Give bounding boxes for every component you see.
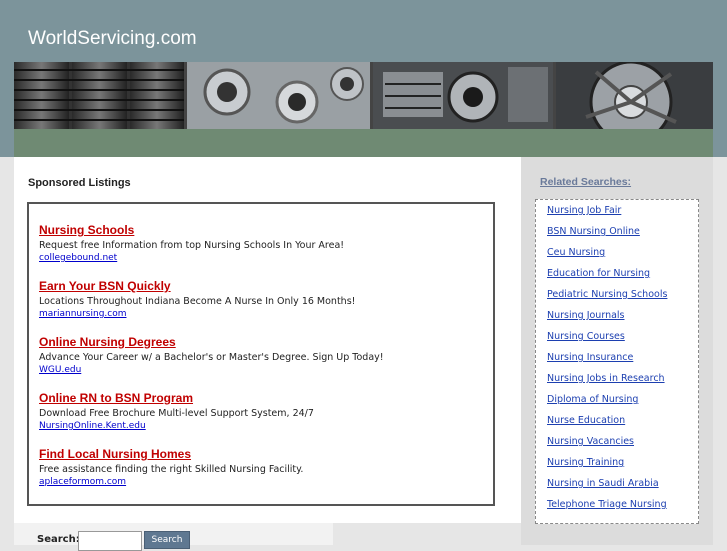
green-band: [14, 129, 713, 157]
related-link[interactable]: Nursing Vacancies: [547, 436, 634, 447]
wheel-photo: [556, 62, 713, 129]
related-searches-box: Nursing Job Fair BSN Nursing Online Ceu …: [535, 199, 699, 524]
listing-title-link[interactable]: Earn Your BSN Quickly: [39, 279, 355, 293]
listing-title-link[interactable]: Nursing Schools: [39, 223, 344, 237]
listing-title-link[interactable]: Online Nursing Degrees: [39, 335, 384, 349]
engine-photo: [373, 62, 553, 129]
related-link[interactable]: Ceu Nursing: [547, 247, 605, 258]
search-button[interactable]: Search: [144, 531, 190, 549]
site-title[interactable]: WorldServicing.com: [28, 28, 197, 50]
listing-item: Earn Your BSN Quickly Locations Througho…: [39, 279, 355, 320]
related-link[interactable]: Nursing Jobs in Research: [547, 373, 665, 384]
pipes-photo: [187, 62, 370, 129]
related-link[interactable]: Nursing Courses: [547, 331, 625, 342]
listing-item: Find Local Nursing Homes Free assistance…: [39, 447, 303, 488]
listing-description: Free assistance finding the right Skille…: [39, 464, 304, 475]
related-link[interactable]: Nursing Training: [547, 457, 624, 468]
listing-url-link[interactable]: aplaceformom.com: [39, 476, 303, 488]
search-label: Search:: [37, 534, 80, 545]
related-link[interactable]: Pediatric Nursing Schools: [547, 289, 667, 300]
related-link[interactable]: Nursing Journals: [547, 310, 625, 321]
listing-url-link[interactable]: WGU.edu: [39, 364, 384, 376]
search-input[interactable]: [78, 531, 142, 551]
listing-description: Download Free Brochure Multi-level Suppo…: [39, 408, 314, 419]
related-searches-heading: Related Searches:: [540, 176, 632, 188]
related-link[interactable]: Diploma of Nursing: [547, 394, 638, 405]
listing-url-link[interactable]: collegebound.net: [39, 252, 344, 264]
related-link[interactable]: Nursing Job Fair: [547, 205, 621, 216]
sponsored-heading: Sponsored Listings: [28, 177, 131, 189]
related-link[interactable]: BSN Nursing Online: [547, 226, 640, 237]
related-link[interactable]: Nursing in Saudi Arabia: [547, 478, 659, 489]
related-link[interactable]: Nurse Education: [547, 415, 625, 426]
related-link[interactable]: Education for Nursing: [547, 268, 650, 279]
sponsored-listings-box: Nursing Schools Request free Information…: [27, 202, 495, 506]
listing-title-link[interactable]: Find Local Nursing Homes: [39, 447, 303, 461]
listing-description: Locations Throughout Indiana Become A Nu…: [39, 296, 356, 307]
listing-description: Request free Information from top Nursin…: [39, 240, 345, 251]
listing-item: Online RN to BSN Program Download Free B…: [39, 391, 314, 432]
listing-description: Advance Your Career w/ a Bachelor's or M…: [39, 352, 384, 363]
listing-item: Nursing Schools Request free Information…: [39, 223, 344, 264]
listing-url-link[interactable]: NursingOnline.Kent.edu: [39, 420, 314, 432]
listing-item: Online Nursing Degrees Advance Your Care…: [39, 335, 384, 376]
related-link[interactable]: Nursing Insurance: [547, 352, 633, 363]
listing-url-link[interactable]: mariannursing.com: [39, 308, 355, 320]
tires-photo: [14, 62, 184, 129]
related-link[interactable]: Telephone Triage Nursing: [547, 499, 667, 510]
listing-title-link[interactable]: Online RN to BSN Program: [39, 391, 314, 405]
